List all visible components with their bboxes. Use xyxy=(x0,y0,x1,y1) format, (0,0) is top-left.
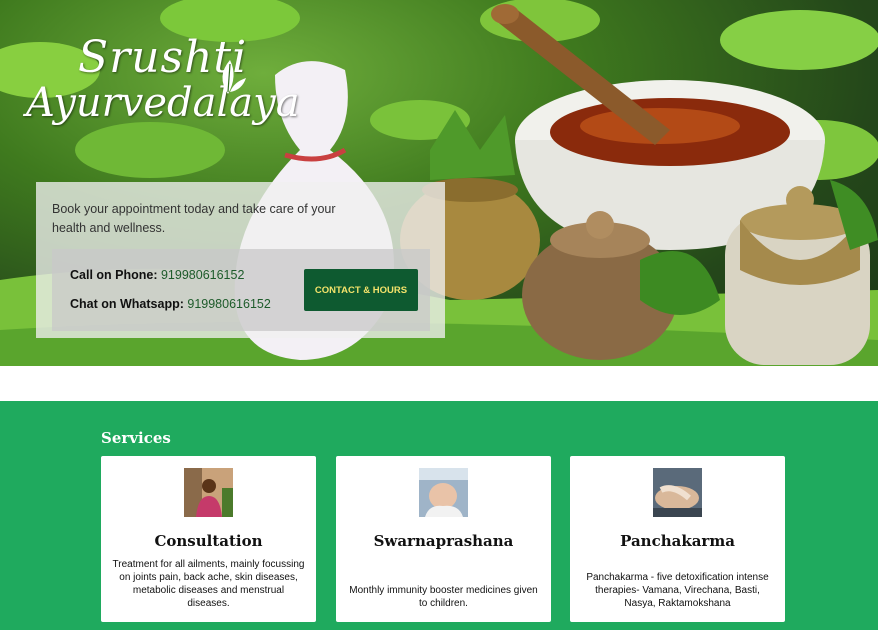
service-card-panchakarma[interactable]: Panchakarma Panchakarma - five detoxific… xyxy=(570,456,785,622)
service-description: Treatment for all ailments, mainly focus… xyxy=(112,559,305,609)
service-title: Swarnaprashana xyxy=(373,532,514,550)
service-card-consultation[interactable]: Consultation Treatment for all ailments,… xyxy=(101,456,316,622)
service-description: Monthly immunity booster medicines given… xyxy=(349,585,538,609)
whatsapp-number-link[interactable]: 919980616152 xyxy=(187,297,270,311)
phone-number-link[interactable]: 919980616152 xyxy=(161,268,244,282)
panchakarma-photo xyxy=(653,468,702,517)
booking-panel: Book your appointment today and take car… xyxy=(36,182,445,338)
service-description: Panchakarma - five detoxification intens… xyxy=(586,572,769,609)
contact-box: Call on Phone: 919980616152 Chat on What… xyxy=(52,249,430,331)
service-title: Panchakarma xyxy=(620,532,735,550)
service-title: Consultation xyxy=(154,532,263,550)
whatsapp-row: Chat on Whatsapp: 919980616152 xyxy=(70,297,271,311)
services-title: Services xyxy=(101,429,171,447)
leaf-icon xyxy=(222,60,246,94)
phone-label: Call on Phone: xyxy=(70,268,158,282)
service-card-swarnaprashana[interactable]: Swarnaprashana Monthly immunity booster … xyxy=(336,456,551,622)
consultation-photo xyxy=(184,468,233,517)
whatsapp-label: Chat on Whatsapp: xyxy=(70,297,184,311)
hero-banner: Srushti Ayurvedalaya Book your appointme… xyxy=(0,0,878,366)
services-section: Services Consultation Treatment for all … xyxy=(0,401,878,630)
phone-row: Call on Phone: 919980616152 xyxy=(70,268,244,282)
brand-logo[interactable]: Srushti Ayurvedalaya xyxy=(22,26,300,136)
swarnaprashana-photo xyxy=(419,468,468,517)
contact-hours-button[interactable]: CONTACT & HOURS xyxy=(304,269,418,311)
brand-name-line2: Ayurvedalaya xyxy=(26,80,300,126)
booking-text: Book your appointment today and take car… xyxy=(52,202,336,235)
